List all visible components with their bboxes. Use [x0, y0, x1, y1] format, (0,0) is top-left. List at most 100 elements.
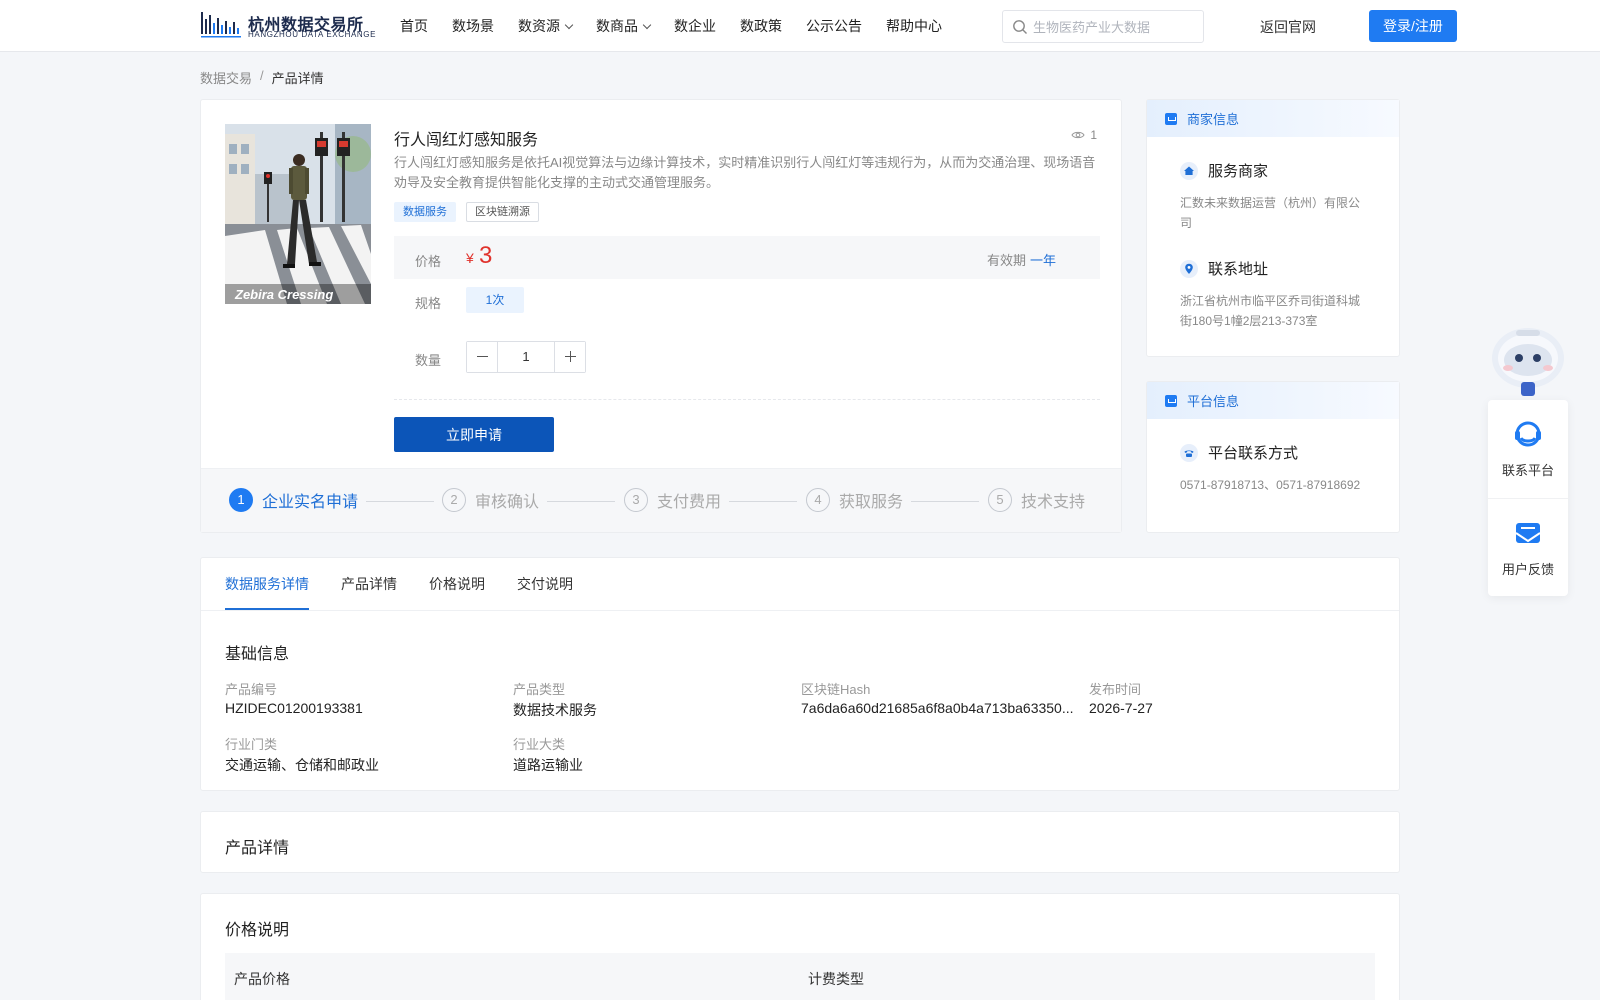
info-key-publish-time: 发布时间	[1089, 682, 1142, 697]
service-merchant-label: 服务商家	[1208, 163, 1269, 180]
step-label: 技术支持	[1021, 494, 1086, 511]
product-title: 行人闯红灯感知服务	[394, 132, 539, 149]
tag-data-service: 数据服务	[394, 202, 456, 222]
apply-now-button[interactable]: 立即申请	[394, 417, 554, 452]
step-number: 4	[806, 488, 830, 512]
step-5: 5 技术支持	[988, 488, 1085, 512]
logo[interactable]: 杭州数据交易所 HANGZHOU DATA EXCHANGE	[200, 9, 375, 41]
detail-tabs: 数据服务详情 产品详情 价格说明 交付说明	[225, 558, 605, 610]
detail-section-card: 数据服务详情 产品详情 价格说明 交付说明 基础信息 产品编号 HZIDEC01…	[200, 557, 1400, 791]
info-key-industry-category: 行业门类	[225, 737, 278, 752]
nav-label: 数场景	[452, 18, 494, 34]
info-value-publish-time: 2026-7-27	[1089, 700, 1153, 716]
info-value-blockchain-hash: 7a6da6a60d21685a6f8a0b4a713ba63350...	[801, 700, 1074, 716]
price-description-card: 价格说明 产品价格 计费类型	[200, 893, 1400, 1000]
product-tags: 数据服务 区块链溯源	[394, 202, 549, 222]
tab-data-service-details[interactable]: 数据服务详情	[225, 558, 309, 610]
step-number: 2	[442, 488, 466, 512]
column-header-product-price: 产品价格	[234, 971, 290, 987]
step-connector	[366, 501, 434, 502]
step-label: 支付费用	[657, 494, 722, 511]
nav-announcements[interactable]: 公示公告	[806, 16, 862, 36]
nav-label: 公示公告	[806, 18, 862, 34]
tab-price-description[interactable]: 价格说明	[429, 558, 485, 610]
spec-label: 规格	[415, 296, 442, 311]
currency-symbol: ¥	[466, 250, 474, 266]
main-nav: 首页 数场景 数资源 数商品 数企业 数政策 公示公告 帮助中心	[400, 0, 966, 52]
spec-option-1x[interactable]: 1次	[466, 287, 524, 313]
column-header-billing-type: 计费类型	[808, 971, 864, 987]
monitor-icon	[1165, 394, 1177, 407]
contact-address-label: 联系地址	[1208, 261, 1269, 278]
info-key-product-type: 产品类型	[513, 682, 566, 697]
nav-scenarios[interactable]: 数场景	[452, 16, 494, 36]
nav-help[interactable]: 帮助中心	[886, 16, 942, 36]
service-merchant-title: 服务商家	[1180, 160, 1268, 181]
search-icon[interactable]	[1012, 19, 1028, 35]
product-detail-card: 产品详情	[200, 811, 1400, 873]
nav-home[interactable]: 首页	[400, 16, 428, 36]
step-number: 1	[229, 488, 253, 512]
user-feedback-button[interactable]: 用户反馈	[1488, 498, 1568, 596]
contact-platform-button[interactable]: 联系平台	[1488, 400, 1568, 498]
price-label: 价格	[415, 254, 442, 269]
platform-contact-label: 平台联系方式	[1208, 445, 1299, 462]
breadcrumb-parent[interactable]: 数据交易	[200, 68, 252, 87]
quantity-stepper: 1	[466, 341, 586, 373]
logo-subtext: HANGZHOU DATA EXCHANGE	[248, 30, 377, 39]
product-image: Zebira Cressing	[225, 124, 371, 304]
location-pin-icon	[1180, 259, 1198, 278]
info-value-product-type: 数据技术服务	[513, 702, 597, 718]
breadcrumb-current: 产品详情	[271, 71, 324, 86]
view-count-value: 1	[1090, 128, 1097, 142]
price-value: 3	[479, 242, 493, 269]
search-input[interactable]	[1033, 16, 1198, 38]
top-nav-bar: 杭州数据交易所 HANGZHOU DATA EXCHANGE 首页 数场景 数资…	[0, 0, 1600, 52]
tab-product-details[interactable]: 产品详情	[341, 558, 397, 610]
divider	[394, 399, 1100, 400]
tab-delivery-description[interactable]: 交付说明	[517, 558, 573, 610]
logo-bars-icon	[201, 12, 241, 38]
tabs-divider	[201, 610, 1399, 611]
product-card: Zebira Cressing 行人闯红灯感知服务 1 行人闯红灯感知服务是依托…	[200, 99, 1122, 533]
nav-policies[interactable]: 数政策	[740, 16, 782, 36]
nav-label: 数商品	[596, 18, 638, 34]
robot-assistant-icon[interactable]	[1488, 322, 1568, 400]
quantity-value[interactable]: 1	[498, 342, 554, 372]
info-key-industry-major: 行业大类	[513, 737, 566, 752]
nav-products[interactable]: 数商品	[596, 16, 652, 36]
price-description-title: 价格说明	[225, 922, 290, 939]
step-2: 2 审核确认	[442, 488, 539, 512]
step-number: 3	[624, 488, 648, 512]
decrease-button[interactable]	[467, 342, 498, 372]
merchant-info-header: 商家信息	[1147, 100, 1399, 137]
login-register-button[interactable]: 登录/注册	[1369, 10, 1457, 42]
platform-info-card: 平台信息 平台联系方式 0571-87918713、0571-87918692	[1146, 381, 1400, 533]
chevron-down-icon	[642, 20, 652, 29]
price-table-header: 产品价格 计费类型	[225, 953, 1375, 1000]
contact-address-title: 联系地址	[1180, 258, 1268, 279]
home-icon	[1180, 161, 1198, 180]
nav-label: 数政策	[740, 18, 782, 34]
step-label: 企业实名申请	[262, 494, 359, 511]
back-to-official-link[interactable]: 返回官网	[1260, 17, 1316, 37]
platform-contact-value: 0571-87918713、0571-87918692	[1180, 478, 1361, 492]
process-steps: 1 企业实名申请 2 审核确认 3 支付费用 4 获取服务 5 技术支持	[201, 468, 1121, 532]
merchant-info-card: 商家信息 服务商家 汇数未来数据运营（杭州）有限公司 联系地址 浙江省杭州市临平…	[1146, 99, 1400, 357]
phone-icon	[1180, 443, 1198, 462]
nav-enterprises[interactable]: 数企业	[674, 16, 716, 36]
step-label: 获取服务	[839, 494, 904, 511]
eye-icon	[1071, 131, 1085, 139]
nav-label: 数企业	[674, 18, 716, 34]
info-value-product-id: HZIDEC01200193381	[225, 700, 363, 716]
validity-label: 有效期	[986, 253, 1026, 268]
nav-label: 数资源	[518, 18, 560, 34]
step-connector	[547, 501, 615, 502]
info-key-blockchain-hash: 区块链Hash	[801, 682, 871, 697]
step-4: 4 获取服务	[806, 488, 903, 512]
breadcrumb-separator: /	[260, 68, 264, 83]
platform-info-title: 平台信息	[1187, 394, 1240, 409]
product-description: 行人闯红灯感知服务是依托AI视觉算法与边缘计算技术，实时精准识别行人闯红灯等违规…	[394, 155, 1096, 190]
nav-resources[interactable]: 数资源	[518, 16, 574, 36]
increase-button[interactable]	[554, 342, 585, 372]
